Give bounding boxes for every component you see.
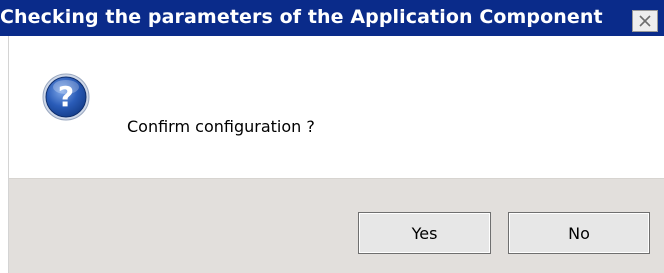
no-button[interactable]: No bbox=[508, 212, 650, 254]
confirm-dialog: Checking the parameters of the Applicati… bbox=[0, 0, 664, 273]
yes-button[interactable]: Yes bbox=[358, 212, 491, 254]
confirmation-message: Confirm configuration ? bbox=[127, 117, 315, 136]
question-icon: ? bbox=[41, 72, 91, 122]
svg-text:?: ? bbox=[58, 80, 74, 113]
dialog-title: Checking the parameters of the Applicati… bbox=[0, 6, 603, 28]
title-bar[interactable]: Checking the parameters of the Applicati… bbox=[0, 0, 664, 36]
dialog-content bbox=[9, 36, 664, 178]
close-icon bbox=[638, 14, 652, 28]
window-frame-left bbox=[0, 36, 9, 273]
close-button[interactable] bbox=[632, 10, 658, 32]
